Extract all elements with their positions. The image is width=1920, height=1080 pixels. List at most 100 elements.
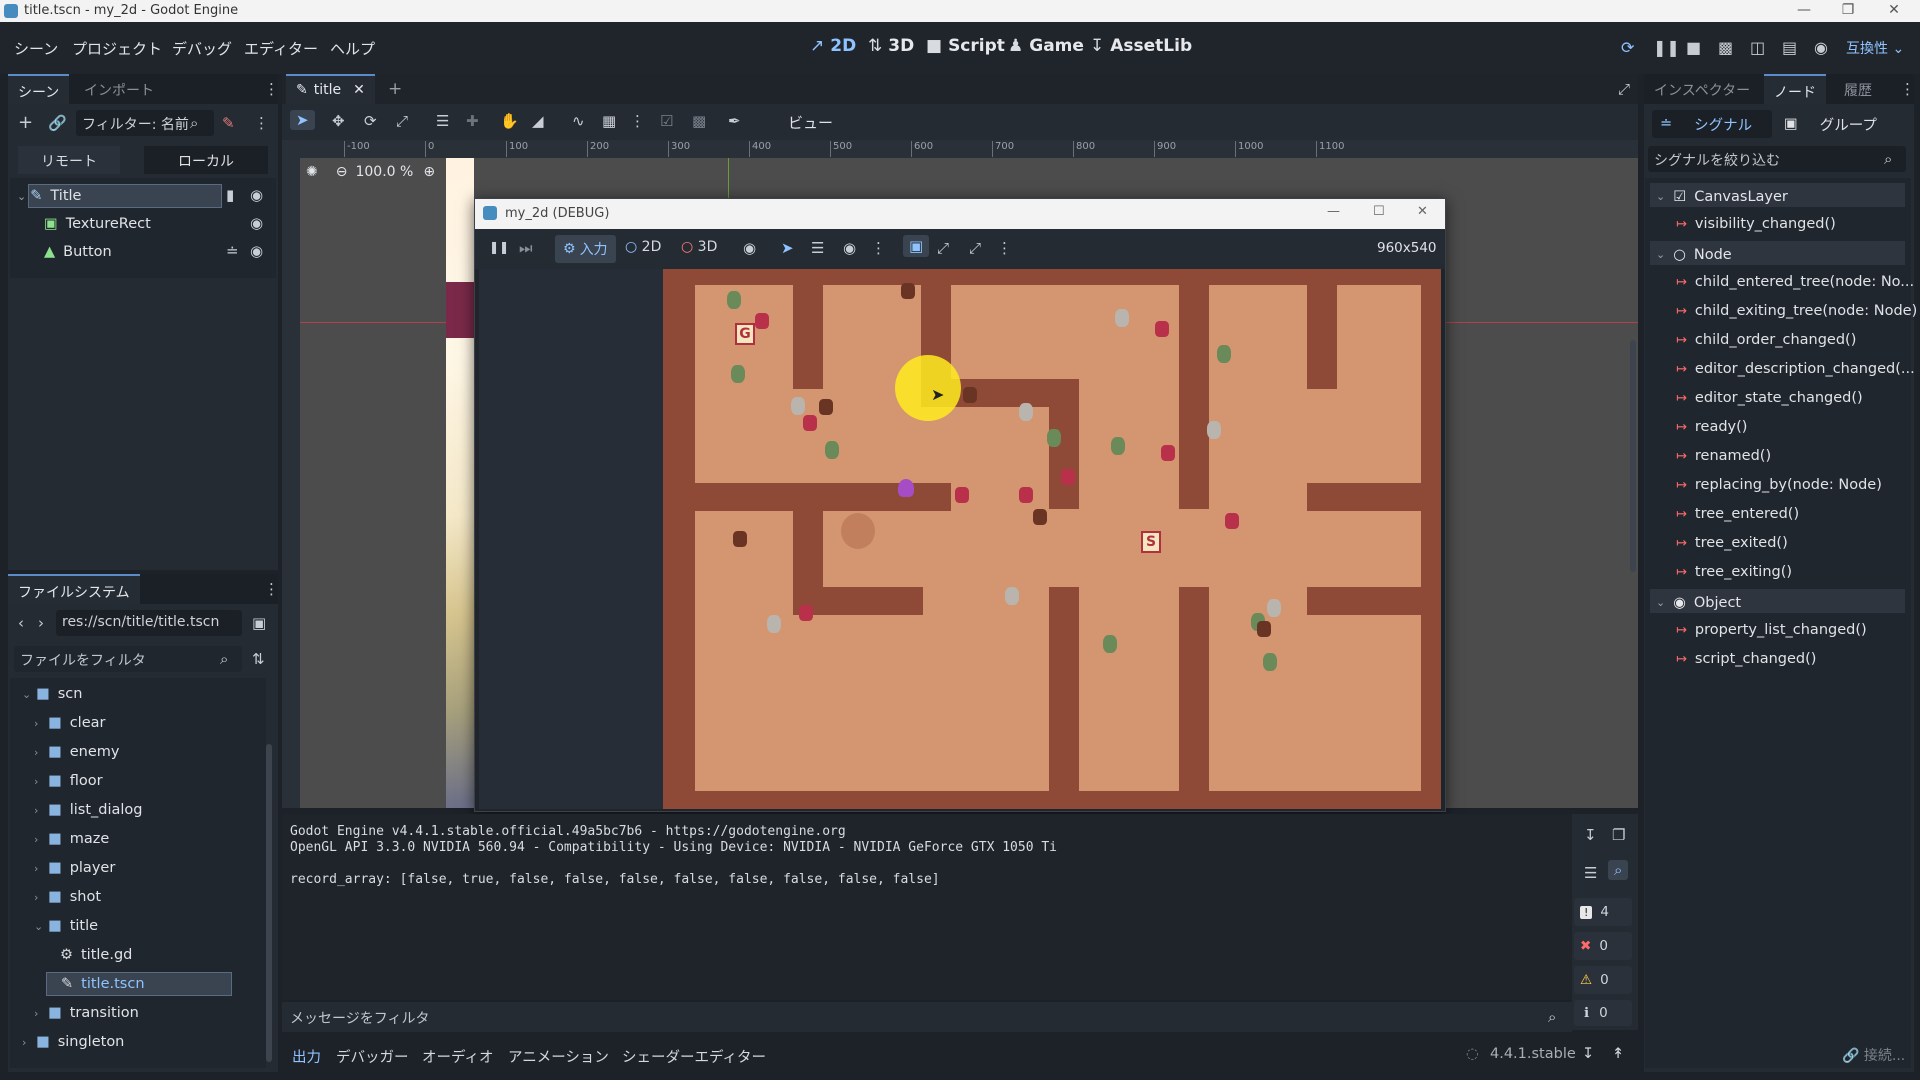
tab-import[interactable]: インポート [74,74,164,104]
bottom-tab-shader-editor[interactable]: シェーダーエディター [622,1046,766,1067]
pause-icon[interactable]: ❚❚ [1653,38,1680,57]
next-frame-icon[interactable]: ⏭ [519,239,533,257]
signal-item[interactable]: ↦ child_order_changed() [1676,328,1856,352]
local-tab[interactable]: ローカル [144,146,268,174]
maximize-icon[interactable]: ❐ [1828,2,1868,18]
groups-tab[interactable]: ▣ グループ [1784,110,1877,138]
distraction-free-icon[interactable]: ⤢ [1618,80,1630,98]
maximize-icon[interactable]: ☐ [1373,204,1385,219]
select-tool-icon[interactable]: ➤ [781,239,794,257]
add-tab-icon[interactable]: + [388,79,402,99]
signal-connected-icon[interactable]: ≐ [226,242,239,260]
signal-item[interactable]: ↦ ready() [1676,415,1747,439]
folder-item[interactable]: › ■ singleton [22,1030,268,1054]
pan-tool-icon[interactable]: ✋ [500,112,519,130]
visibility-eye-icon[interactable]: ◉ [250,186,263,204]
scene-node-texturerect[interactable]: ▣ TextureRect [44,212,151,236]
folder-item[interactable]: › ■ floor [34,769,268,793]
editor-scrollbar[interactable] [1630,340,1636,572]
minimize-icon[interactable]: — [1784,2,1824,18]
menu-debug[interactable]: デバッグ [172,38,232,59]
ruler-tool-icon[interactable]: ◢ [532,112,544,130]
rotate-tool-icon[interactable]: ⟳ [364,112,377,130]
scale-tool-icon[interactable]: ⤢ [396,112,408,130]
list-select-icon[interactable]: ☰ [811,239,824,257]
path-field[interactable]: res://scn/title/title.tscn [56,610,242,636]
signal-item[interactable]: ↦ tree_exiting() [1676,560,1792,584]
workspace-2d-button[interactable]: ↗ 2D [810,36,856,56]
expand-arrow-icon[interactable]: › [34,746,48,759]
more-options-icon[interactable]: ⋮ [871,239,886,257]
input-toggle[interactable]: ⚙ 入力 [555,235,616,263]
tab-inspector[interactable]: インスペクター [1644,74,1760,104]
dock-menu-icon[interactable]: ⋮ [1900,80,1915,98]
scene-node-button[interactable]: ▲ Button [44,240,112,264]
add-node-icon[interactable]: + [18,112,33,133]
bottom-tab-debugger[interactable]: デバッガー [336,1046,409,1067]
messages-counter[interactable]: ! 4 [1574,898,1632,926]
expand-arrow-icon[interactable]: › [22,1036,36,1049]
menu-project[interactable]: プロジェクト [72,38,162,59]
pause-icon[interactable]: ❚❚ [489,240,509,254]
snap-options-icon[interactable]: ⋮ [630,112,645,130]
tab-node[interactable]: ノード [1764,74,1826,104]
scene-node-title[interactable]: ⌄ ✎ Title [17,184,222,208]
signal-item[interactable]: ↦ tree_exited() [1676,531,1788,555]
smart-snap-icon[interactable]: ∿ [572,112,585,130]
folder-item[interactable]: › ■ transition [34,1001,268,1025]
workspace-script-button[interactable]: ■ Script [926,36,1005,56]
signal-item[interactable]: ↦ child_entered_tree(node: No... [1676,270,1914,294]
errors-counter[interactable]: ✖ 0 [1574,932,1632,960]
signal-item[interactable]: ↦ property_list_changed() [1676,618,1867,642]
forward-icon[interactable]: › [38,614,44,632]
link-icon[interactable]: 🔗 [48,114,67,132]
warnings-counter[interactable]: ⚠ 0 [1574,966,1632,994]
dock-menu-icon[interactable]: ⋮ [264,580,279,598]
stop-icon[interactable]: ■ [1686,38,1701,57]
collapse-arrow-icon[interactable]: ⌄ [22,688,36,701]
folder-item[interactable]: › ■ maze [34,827,268,851]
bottom-tab-output[interactable]: 出力 [292,1046,321,1067]
output-filter-input[interactable]: メッセージをフィルタ [290,1008,429,1028]
group-icon[interactable]: ▩ [692,112,706,130]
pin-icon[interactable]: ↧ [1582,1046,1594,1062]
skeleton-icon[interactable]: ✒ [728,112,741,130]
expand-arrow-icon[interactable]: › [34,891,48,904]
game-viewport[interactable]: G S ➤ [479,269,1441,809]
movie-maker-icon[interactable]: ◉ [1814,38,1828,57]
split-view-icon[interactable]: ▣ [252,614,266,632]
signal-item[interactable]: ↦ tree_entered() [1676,502,1799,526]
run-scene-icon[interactable]: ◫ [1750,38,1765,57]
clear-output-icon[interactable]: ↧ [1584,826,1597,844]
close-tab-icon[interactable]: ✕ [353,82,365,98]
collapse-arrow-icon[interactable]: ⌄ [17,190,26,203]
minimize-icon[interactable]: — [1327,204,1340,219]
file-tree-scrollbar[interactable] [266,744,272,1062]
collapse-arrow-icon[interactable]: ⌄ [1656,596,1665,609]
folder-item[interactable]: ⌄ ■ title [34,914,268,938]
remote-tab[interactable]: リモート [18,146,120,174]
reload-icon[interactable]: ⟳ [1621,38,1634,57]
zoom-in-icon[interactable]: ⊕ [423,164,435,180]
connect-button[interactable]: 🔗 接続... [1842,1045,1905,1065]
game-debug-window[interactable]: my_2d (DEBUG) — ☐ ✕ ❚❚ ⏭ ⚙ 入力 ○ 2D ○ 3D ◉… [474,198,1446,812]
expand-arrow-icon[interactable]: › [34,833,48,846]
grid-snap-icon[interactable]: ▦ [602,112,616,130]
signal-filter-input[interactable]: シグナルを絞り込む [1648,146,1906,172]
expand-arrow-icon[interactable]: › [34,717,48,730]
tab-history[interactable]: 履歴 [1834,74,1882,104]
signal-item[interactable]: ↦ editor_state_changed() [1676,386,1863,410]
run-custom-icon[interactable]: ▤ [1782,38,1797,57]
close-icon[interactable]: ✕ [1874,2,1914,18]
file-filter-input[interactable]: ファイルをフィルタ [14,646,242,672]
embed-icon[interactable]: ▣ [903,235,930,257]
back-icon[interactable]: ‹ [18,614,24,632]
expand-panel-icon[interactable]: ↟ [1612,1046,1624,1062]
signal-item[interactable]: ↦ renamed() [1676,444,1771,468]
mode-2d-button[interactable]: ○ 2D [625,239,661,255]
close-icon[interactable]: ✕ [1417,204,1428,219]
remote-debug-icon[interactable]: ▩ [1718,38,1733,57]
tab-filesystem[interactable]: ファイルシステム [8,574,140,604]
zoom-level[interactable]: 100.0 % [355,164,413,180]
signal-class-header[interactable]: ⌄ ◉ Object [1650,589,1905,613]
